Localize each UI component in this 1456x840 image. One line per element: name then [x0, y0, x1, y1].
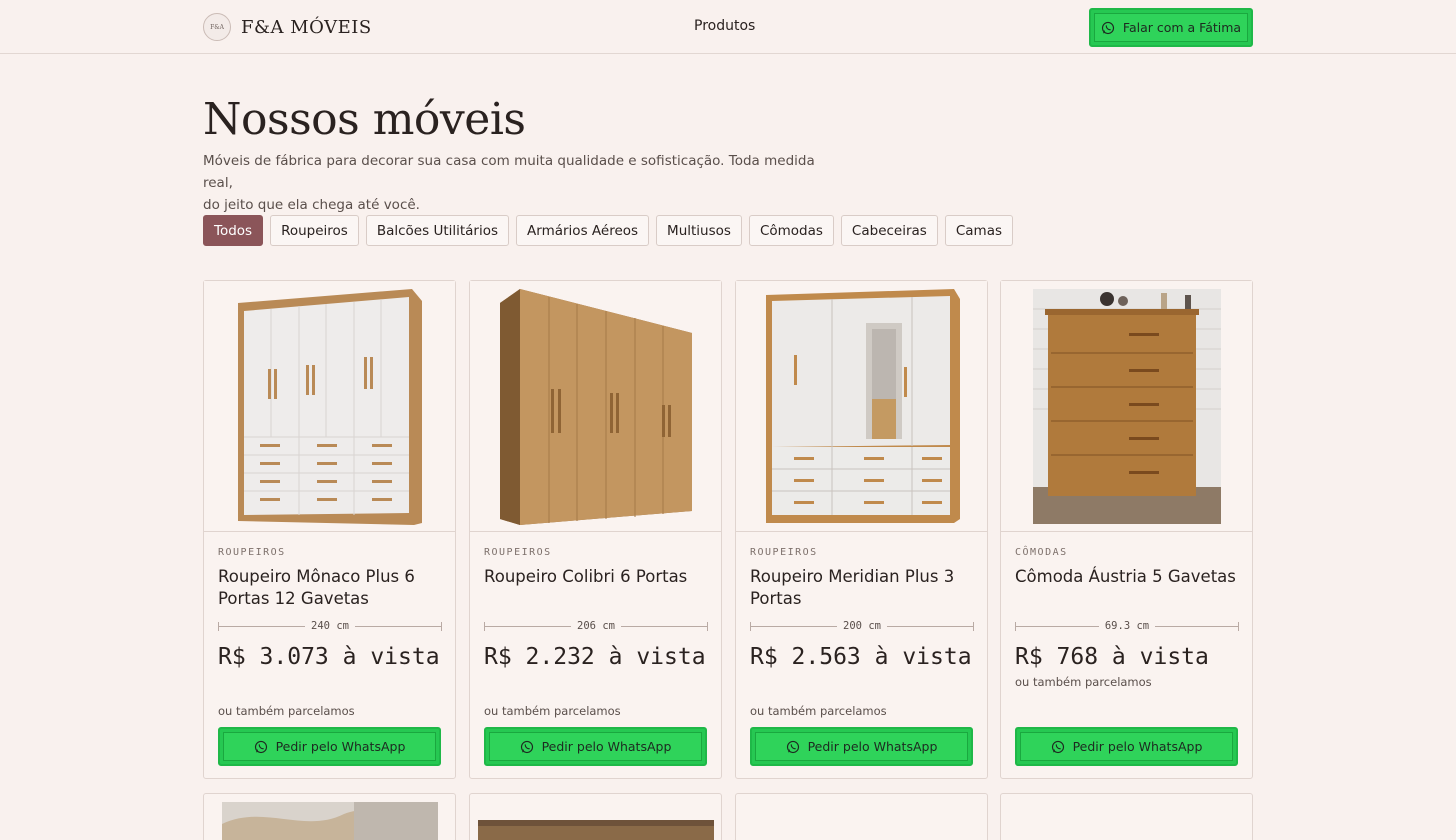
product-image[interactable] — [470, 281, 721, 532]
filter-balcoes[interactable]: Balcões Utilitários — [365, 215, 510, 246]
product-width: 240 cm — [305, 620, 355, 632]
product-price: R$ 2.232 à vista — [484, 644, 706, 670]
width-measure: 69.3 cm — [1015, 620, 1239, 634]
page-title: Nossos móveis — [203, 94, 526, 145]
product-card[interactable]: ROUPEIROS Roupeiro Mônaco Plus 6 Portas … — [203, 280, 456, 779]
installment-note: ou também parcelamos — [484, 704, 621, 718]
order-whatsapp-button[interactable]: Pedir pelo WhatsApp — [1015, 727, 1238, 766]
product-category: CÔMODAS — [1015, 547, 1068, 558]
filter-todos[interactable]: Todos — [203, 215, 264, 246]
nav-link-products[interactable]: Produtos — [694, 18, 755, 34]
product-title[interactable]: Roupeiro Meridian Plus 3 Portas — [750, 566, 975, 610]
product-card[interactable]: ROUPEIROS Roupeiro Colibri 6 Portas 206 … — [469, 280, 722, 779]
width-measure: 240 cm — [218, 620, 442, 634]
filter-multiusos[interactable]: Multiusos — [656, 215, 742, 246]
button-label: Pedir pelo WhatsApp — [541, 739, 672, 754]
whatsapp-icon — [520, 740, 533, 753]
order-whatsapp-button[interactable]: Pedir pelo WhatsApp — [218, 727, 441, 766]
filter-cabeceiras[interactable]: Cabeceiras — [840, 215, 938, 246]
site-header: F&A F&A MÓVEIS Produtos Falar com a Fáti… — [0, 0, 1456, 54]
product-category: ROUPEIROS — [218, 547, 286, 558]
product-card[interactable] — [469, 793, 722, 840]
product-width: 200 cm — [837, 620, 887, 632]
cta-label: Falar com a Fátima — [1122, 20, 1242, 35]
subtitle-line-1: Móveis de fábrica para decorar sua casa … — [203, 153, 815, 191]
installment-note: ou também parcelamos — [750, 704, 887, 718]
product-card[interactable]: ROUPEIROS Roupeiro Meridian Plus 3 Porta… — [735, 280, 988, 779]
whatsapp-icon — [786, 740, 799, 753]
filter-camas[interactable]: Camas — [944, 215, 1013, 246]
width-measure: 200 cm — [750, 620, 974, 634]
order-whatsapp-button[interactable]: Pedir pelo WhatsApp — [750, 727, 973, 766]
subtitle-line-2: do jeito que ela chega até você. — [203, 197, 420, 213]
order-whatsapp-button[interactable]: Pedir pelo WhatsApp — [484, 727, 707, 766]
installment-note: ou também parcelamos — [1015, 675, 1152, 689]
product-width: 69.3 cm — [1098, 620, 1156, 632]
whatsapp-icon — [1101, 21, 1114, 34]
product-image[interactable] — [204, 794, 455, 840]
button-label: Pedir pelo WhatsApp — [275, 739, 406, 754]
product-price: R$ 2.563 à vista — [750, 644, 972, 670]
whatsapp-icon — [254, 740, 267, 753]
product-title[interactable]: Roupeiro Colibri 6 Portas — [484, 566, 709, 588]
category-filters: Todos Roupeiros Balcões Utilitários Armá… — [203, 215, 1013, 246]
filter-armarios-aereos[interactable]: Armários Aéreos — [516, 215, 650, 246]
brand-name: F&A MÓVEIS — [241, 16, 372, 38]
product-price: R$ 3.073 à vista — [218, 644, 440, 670]
button-label: Pedir pelo WhatsApp — [807, 739, 938, 754]
page-subtitle: Móveis de fábrica para decorar sua casa … — [203, 150, 823, 216]
logo[interactable]: F&A F&A MÓVEIS — [203, 13, 372, 41]
product-category: ROUPEIROS — [484, 547, 552, 558]
product-category: ROUPEIROS — [750, 547, 818, 558]
product-title[interactable]: Roupeiro Mônaco Plus 6 Portas 12 Gavetas — [218, 566, 443, 610]
button-label: Pedir pelo WhatsApp — [1072, 739, 1203, 754]
product-price: R$ 768 à vista — [1015, 644, 1209, 670]
filter-comodas[interactable]: Cômodas — [748, 215, 834, 246]
product-image[interactable] — [736, 281, 987, 532]
talk-to-fatima-button[interactable]: Falar com a Fátima — [1089, 8, 1253, 47]
filter-roupeiros[interactable]: Roupeiros — [270, 215, 359, 246]
product-image[interactable] — [1001, 281, 1252, 532]
whatsapp-icon — [1051, 740, 1064, 753]
installment-note: ou também parcelamos — [218, 704, 355, 718]
width-measure: 206 cm — [484, 620, 708, 634]
product-card[interactable] — [735, 793, 988, 840]
product-image[interactable] — [204, 281, 455, 532]
product-card[interactable] — [1000, 793, 1253, 840]
product-width: 206 cm — [571, 620, 621, 632]
product-card[interactable]: CÔMODAS Cômoda Áustria 5 Gavetas 69.3 cm… — [1000, 280, 1253, 779]
product-image[interactable] — [470, 794, 721, 840]
product-card[interactable] — [203, 793, 456, 840]
logo-badge: F&A — [203, 13, 231, 41]
product-title[interactable]: Cômoda Áustria 5 Gavetas — [1015, 566, 1240, 588]
